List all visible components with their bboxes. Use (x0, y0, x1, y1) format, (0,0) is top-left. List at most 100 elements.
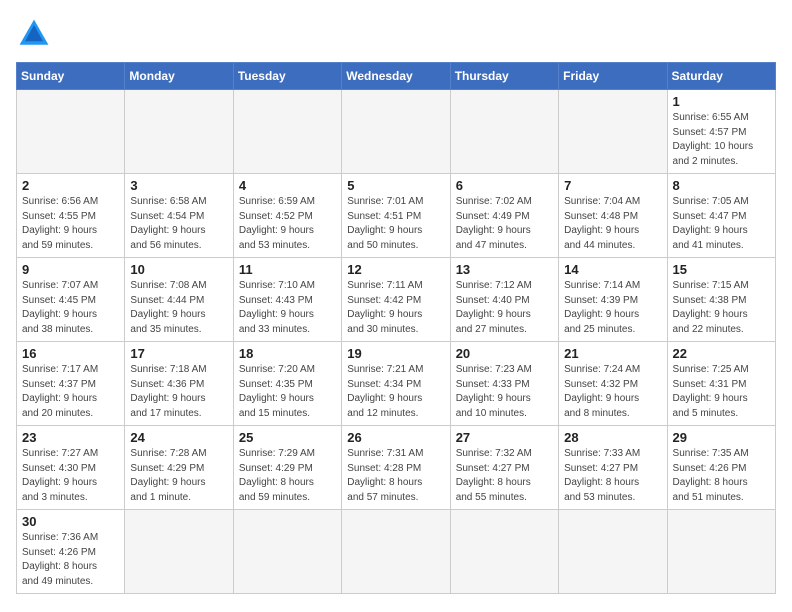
day-number: 30 (22, 514, 119, 529)
calendar-week-row: 9 Sunrise: 7:07 AM Sunset: 4:45 PM Daylig… (17, 258, 776, 342)
calendar-cell (233, 90, 341, 174)
weekday-header-row: SundayMondayTuesdayWednesdayThursdayFrid… (17, 63, 776, 90)
day-number: 20 (456, 346, 553, 361)
calendar-cell (450, 510, 558, 594)
weekday-header-saturday: Saturday (667, 63, 775, 90)
day-info: Sunrise: 6:58 AM Sunset: 4:54 PM Dayligh… (130, 195, 227, 253)
day-info: Sunrise: 7:33 AM Sunset: 4:27 PM Dayligh… (564, 447, 661, 505)
calendar-cell: 2Sunrise: 6:56 AM Sunset: 4:55 PM Daylig… (17, 174, 125, 258)
calendar-cell: 9 Sunrise: 7:07 AM Sunset: 4:45 PM Daylig… (17, 258, 125, 342)
calendar-cell: 7 Sunrise: 7:04 AM Sunset: 4:48 PM Daylig… (559, 174, 667, 258)
calendar-cell: 26 Sunrise: 7:31 AM Sunset: 4:28 PM Dayli… (342, 426, 450, 510)
calendar-cell (125, 510, 233, 594)
calendar-cell: 5 Sunrise: 7:01 AM Sunset: 4:51 PM Daylig… (342, 174, 450, 258)
day-number: 9 (22, 262, 119, 277)
calendar-cell: 23Sunrise: 7:27 AM Sunset: 4:30 PM Dayli… (17, 426, 125, 510)
day-info: Sunrise: 7:04 AM Sunset: 4:48 PM Dayligh… (564, 195, 661, 253)
day-number: 3 (130, 178, 227, 193)
day-info: Sunrise: 7:27 AM Sunset: 4:30 PM Dayligh… (22, 447, 119, 505)
calendar-cell: 6 Sunrise: 7:02 AM Sunset: 4:49 PM Daylig… (450, 174, 558, 258)
day-number: 21 (564, 346, 661, 361)
day-info: Sunrise: 7:01 AM Sunset: 4:51 PM Dayligh… (347, 195, 444, 253)
day-info: Sunrise: 7:14 AM Sunset: 4:39 PM Dayligh… (564, 279, 661, 337)
weekday-header-monday: Monday (125, 63, 233, 90)
day-number: 4 (239, 178, 336, 193)
day-number: 27 (456, 430, 553, 445)
weekday-header-thursday: Thursday (450, 63, 558, 90)
day-info: Sunrise: 7:02 AM Sunset: 4:49 PM Dayligh… (456, 195, 553, 253)
day-number: 24 (130, 430, 227, 445)
day-number: 13 (456, 262, 553, 277)
calendar-cell: 4 Sunrise: 6:59 AM Sunset: 4:52 PM Daylig… (233, 174, 341, 258)
day-info: Sunrise: 7:31 AM Sunset: 4:28 PM Dayligh… (347, 447, 444, 505)
calendar-cell: 3 Sunrise: 6:58 AM Sunset: 4:54 PM Daylig… (125, 174, 233, 258)
day-number: 15 (673, 262, 770, 277)
calendar-cell (559, 90, 667, 174)
calendar-cell: 13 Sunrise: 7:12 AM Sunset: 4:40 PM Dayli… (450, 258, 558, 342)
calendar-cell: 28 Sunrise: 7:33 AM Sunset: 4:27 PM Dayli… (559, 426, 667, 510)
logo (16, 16, 58, 52)
day-info: Sunrise: 7:25 AM Sunset: 4:31 PM Dayligh… (673, 363, 770, 421)
calendar-week-row: 1Sunrise: 6:55 AM Sunset: 4:57 PM Daylig… (17, 90, 776, 174)
calendar-cell: 21 Sunrise: 7:24 AM Sunset: 4:32 PM Dayli… (559, 342, 667, 426)
day-info: Sunrise: 7:18 AM Sunset: 4:36 PM Dayligh… (130, 363, 227, 421)
day-number: 25 (239, 430, 336, 445)
weekday-header-sunday: Sunday (17, 63, 125, 90)
day-info: Sunrise: 7:28 AM Sunset: 4:29 PM Dayligh… (130, 447, 227, 505)
calendar-cell (342, 510, 450, 594)
day-info: Sunrise: 7:24 AM Sunset: 4:32 PM Dayligh… (564, 363, 661, 421)
day-info: Sunrise: 7:07 AM Sunset: 4:45 PM Dayligh… (22, 279, 119, 337)
calendar-cell (125, 90, 233, 174)
calendar-cell: 18Sunrise: 7:20 AM Sunset: 4:35 PM Dayli… (233, 342, 341, 426)
calendar-cell: 8 Sunrise: 7:05 AM Sunset: 4:47 PM Daylig… (667, 174, 775, 258)
day-info: Sunrise: 7:21 AM Sunset: 4:34 PM Dayligh… (347, 363, 444, 421)
calendar-table: SundayMondayTuesdayWednesdayThursdayFrid… (16, 62, 776, 594)
day-number: 10 (130, 262, 227, 277)
day-info: Sunrise: 7:29 AM Sunset: 4:29 PM Dayligh… (239, 447, 336, 505)
calendar-cell: 20 Sunrise: 7:23 AM Sunset: 4:33 PM Dayli… (450, 342, 558, 426)
day-number: 7 (564, 178, 661, 193)
day-number: 5 (347, 178, 444, 193)
day-number: 11 (239, 262, 336, 277)
day-number: 1 (673, 94, 770, 109)
day-info: Sunrise: 7:05 AM Sunset: 4:47 PM Dayligh… (673, 195, 770, 253)
calendar-cell: 27Sunrise: 7:32 AM Sunset: 4:27 PM Dayli… (450, 426, 558, 510)
day-info: Sunrise: 7:11 AM Sunset: 4:42 PM Dayligh… (347, 279, 444, 337)
calendar-cell: 10 Sunrise: 7:08 AM Sunset: 4:44 PM Dayli… (125, 258, 233, 342)
calendar-cell: 12Sunrise: 7:11 AM Sunset: 4:42 PM Dayli… (342, 258, 450, 342)
weekday-header-wednesday: Wednesday (342, 63, 450, 90)
calendar-cell: 17 Sunrise: 7:18 AM Sunset: 4:36 PM Dayli… (125, 342, 233, 426)
calendar-cell: 30 Sunrise: 7:36 AM Sunset: 4:26 PM Dayli… (17, 510, 125, 594)
calendar-week-row: 23Sunrise: 7:27 AM Sunset: 4:30 PM Dayli… (17, 426, 776, 510)
calendar-cell (559, 510, 667, 594)
day-info: Sunrise: 7:35 AM Sunset: 4:26 PM Dayligh… (673, 447, 770, 505)
day-info: Sunrise: 6:59 AM Sunset: 4:52 PM Dayligh… (239, 195, 336, 253)
calendar-cell: 22 Sunrise: 7:25 AM Sunset: 4:31 PM Dayli… (667, 342, 775, 426)
day-number: 16 (22, 346, 119, 361)
day-info: Sunrise: 7:12 AM Sunset: 4:40 PM Dayligh… (456, 279, 553, 337)
day-number: 26 (347, 430, 444, 445)
calendar-cell: 1Sunrise: 6:55 AM Sunset: 4:57 PM Daylig… (667, 90, 775, 174)
calendar-week-row: 2Sunrise: 6:56 AM Sunset: 4:55 PM Daylig… (17, 174, 776, 258)
day-number: 14 (564, 262, 661, 277)
day-number: 22 (673, 346, 770, 361)
day-info: Sunrise: 7:15 AM Sunset: 4:38 PM Dayligh… (673, 279, 770, 337)
day-number: 29 (673, 430, 770, 445)
calendar-cell: 19 Sunrise: 7:21 AM Sunset: 4:34 PM Dayli… (342, 342, 450, 426)
page-container: SundayMondayTuesdayWednesdayThursdayFrid… (16, 16, 776, 594)
day-info: Sunrise: 7:08 AM Sunset: 4:44 PM Dayligh… (130, 279, 227, 337)
day-number: 28 (564, 430, 661, 445)
day-info: Sunrise: 7:36 AM Sunset: 4:26 PM Dayligh… (22, 531, 119, 589)
calendar-week-row: 16Sunrise: 7:17 AM Sunset: 4:37 PM Dayli… (17, 342, 776, 426)
calendar-cell (233, 510, 341, 594)
day-info: Sunrise: 7:23 AM Sunset: 4:33 PM Dayligh… (456, 363, 553, 421)
day-number: 19 (347, 346, 444, 361)
calendar-cell: 16Sunrise: 7:17 AM Sunset: 4:37 PM Dayli… (17, 342, 125, 426)
calendar-cell: 15 Sunrise: 7:15 AM Sunset: 4:38 PM Dayli… (667, 258, 775, 342)
day-number: 8 (673, 178, 770, 193)
day-number: 17 (130, 346, 227, 361)
day-info: Sunrise: 7:10 AM Sunset: 4:43 PM Dayligh… (239, 279, 336, 337)
calendar-cell (450, 90, 558, 174)
day-number: 6 (456, 178, 553, 193)
day-number: 18 (239, 346, 336, 361)
